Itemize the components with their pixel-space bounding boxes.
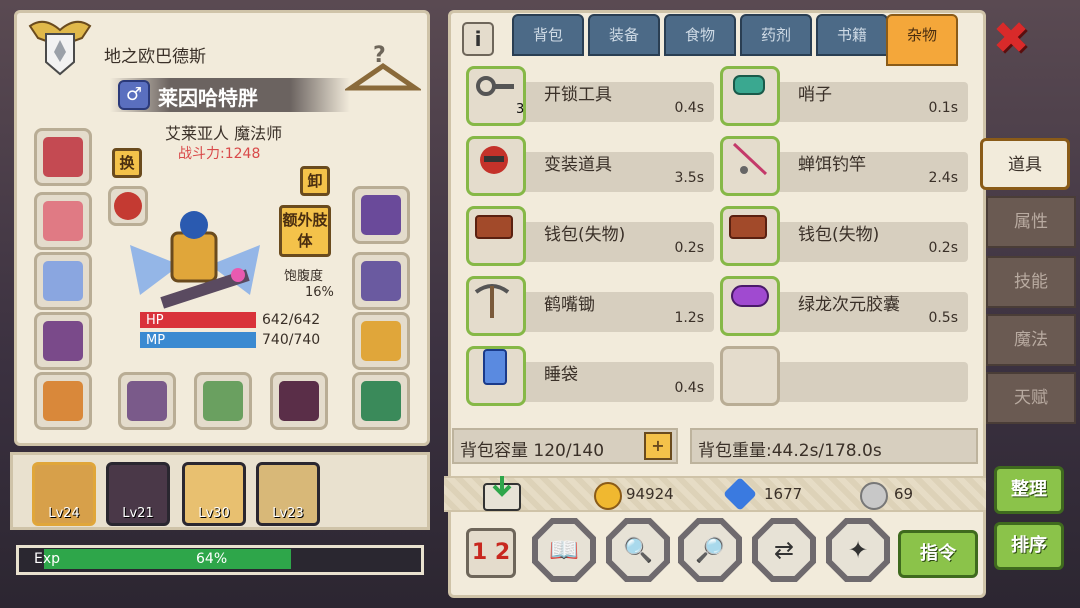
item-name: 钱包(失物) [798,225,880,245]
slot-helmet[interactable] [34,128,92,186]
vtab-talent[interactable]: 天赋 [986,372,1076,424]
hero-sprite [130,211,260,309]
item-weight: 0.4s [674,100,704,116]
silver-amount: 69 [894,485,914,503]
item-weight: 3.5s [674,170,704,186]
item-weight: 0.1s [928,100,958,116]
item-name: 蝉饵钓竿 [798,155,866,175]
exp-label: Exp [34,551,61,567]
slot-body[interactable] [34,372,92,430]
gem-amount: 1677 [764,485,803,503]
gold-amount: 94924 [626,485,674,503]
race-class: 艾莱亚人 魔法师 [165,124,283,143]
hero-title: 地之欧巴德斯 [104,47,206,67]
sleeping-bag-icon [483,349,507,385]
fishing-rod-icon [732,142,768,176]
slot-boots[interactable] [352,312,410,370]
sort-button[interactable]: 排序 [994,522,1064,570]
party-member-2[interactable]: Lv21 [106,462,170,526]
item-name: 鹤嘴锄 [544,295,595,315]
slot-ring[interactable] [34,192,92,250]
extra-limb-button[interactable]: 额外肢体 [279,205,331,257]
mp-value: 740/740 [262,332,321,348]
unequip-button[interactable]: 卸 [300,166,330,196]
store-icon[interactable] [480,474,524,514]
item-weight: 2.4s [928,170,958,186]
slot-weapon-1[interactable] [118,372,176,430]
book-icon: 📖 [538,524,590,576]
tab-bag[interactable]: 背包 [512,14,584,56]
wallet-icon [475,215,513,239]
mask-icon [480,146,508,174]
vtab-attributes[interactable]: 属性 [986,196,1076,248]
search-icon: 🔎 [684,524,736,576]
slot-armor[interactable] [34,312,92,370]
slot-accessory[interactable] [352,372,410,430]
party-member-3[interactable]: Lv30 [182,462,246,526]
tab-books[interactable]: 书籍 [816,14,888,56]
swap-button[interactable]: 换 [112,148,142,178]
combat-power: 战斗力:1248 [178,146,261,162]
item-name: 哨子 [798,85,832,105]
sort-order-button[interactable]: 1 2 [466,528,516,578]
slot-weapon-2[interactable] [194,372,252,430]
close-icon[interactable]: ✖ [990,17,1032,61]
item-weight: 0.5s [928,310,958,326]
tab-food[interactable]: 食物 [664,14,736,56]
hero-name: 莱因哈特胖 [158,86,258,110]
item-weight: 0.2s [928,240,958,256]
vtab-skills[interactable]: 技能 [986,256,1076,308]
party-member-4[interactable]: Lv23 [256,462,320,526]
organize-button[interactable]: 整理 [994,466,1064,514]
item-weight: 1.2s [674,310,704,326]
slot-belt[interactable] [352,252,410,310]
key-icon [476,76,514,96]
hanger-icon[interactable]: ? [345,40,421,100]
exp-value: 64% [196,551,228,567]
expand-capacity-button[interactable]: + [644,432,672,460]
party-member-1[interactable]: Lv24 [32,462,96,526]
slot-wings[interactable] [34,252,92,310]
crest-icon [28,20,92,76]
swap-icon: ⇄ [758,524,810,576]
item-name: 开锁工具 [544,85,612,105]
wallet-icon [729,215,767,239]
item-name: 变装道具 [544,155,612,175]
whistle-icon [733,75,765,95]
slot-book[interactable] [270,372,328,430]
item-weight: 0.2s [674,240,704,256]
gender-icon: ♂ [118,80,150,110]
item-empty-slot[interactable] [720,346,968,406]
capsule-icon [731,285,769,307]
silver-coin-icon [860,482,888,510]
magnifier-icon: 🔍 [612,524,664,576]
exp-fill [44,549,291,569]
item-name: 绿龙次元胶囊 [798,295,900,315]
weight-label: 背包重量:44.2s/178.0s [698,441,882,461]
gold-coin-icon [594,482,622,510]
item-name: 钱包(失物) [544,225,626,245]
mp-label: MP [146,333,166,348]
satiety-value: 16% [305,285,334,300]
pickaxe-icon [474,284,510,318]
item-name: 睡袋 [544,365,578,385]
hp-label: HP [146,313,164,328]
capacity-label: 背包容量 120/140 [460,441,605,461]
tab-misc[interactable]: 杂物 [886,14,958,66]
tab-potion[interactable]: 药剂 [740,14,812,56]
vtab-items[interactable]: 道具 [980,138,1070,190]
item-weight: 0.4s [674,380,704,396]
slot-gloves[interactable] [352,186,410,244]
tab-equipment[interactable]: 装备 [588,14,660,56]
vtab-magic[interactable]: 魔法 [986,314,1076,366]
command-button[interactable]: 指令 [898,530,978,578]
satiety-label: 饱腹度 [284,269,324,284]
info-button[interactable]: i [462,22,494,56]
hp-value: 642/642 [262,312,321,328]
compass-icon: ✦ [832,524,884,576]
